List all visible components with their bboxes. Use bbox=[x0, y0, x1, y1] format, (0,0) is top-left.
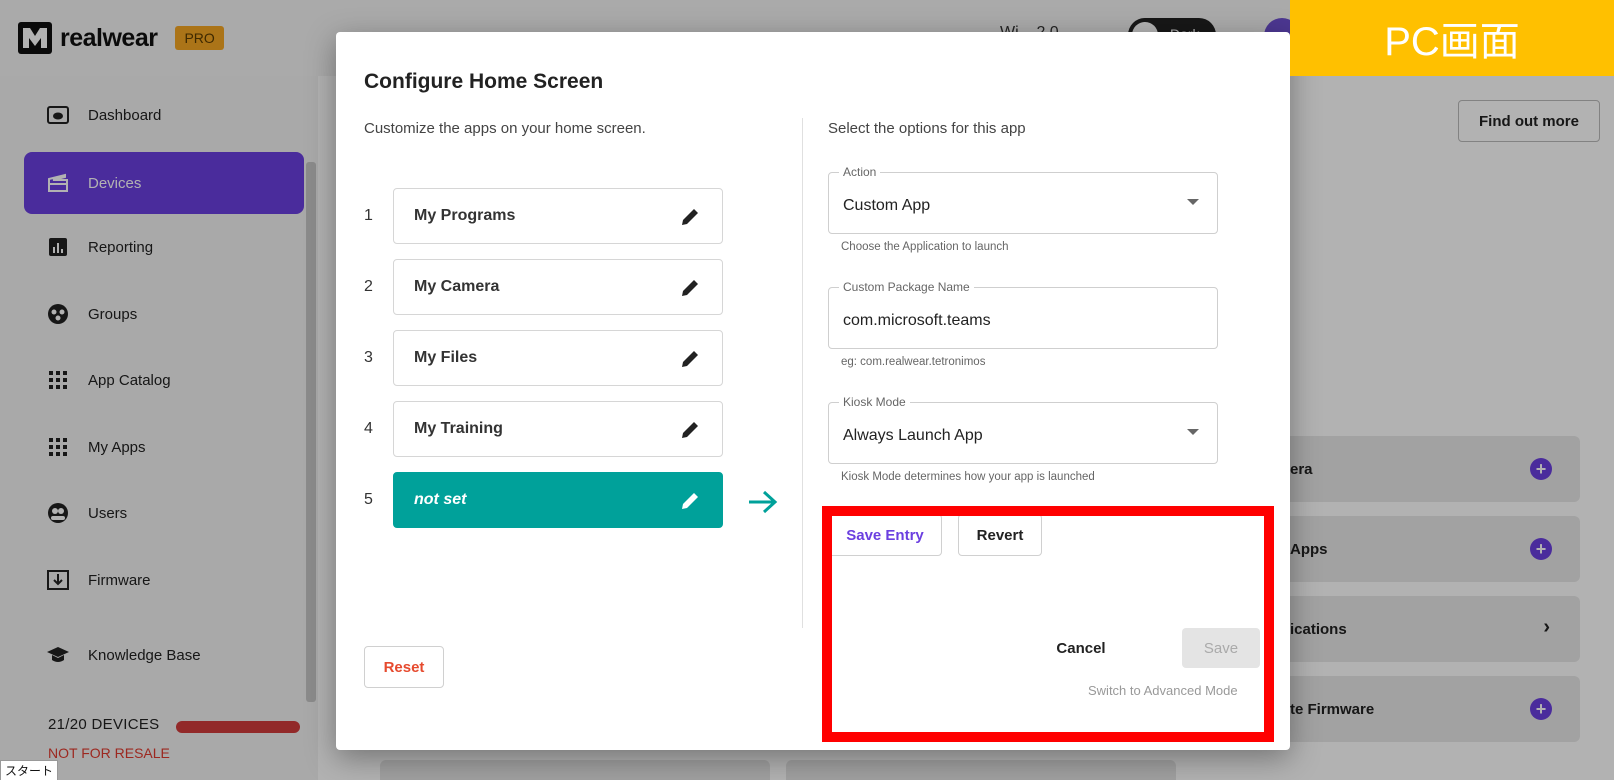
reset-button[interactable]: Reset bbox=[364, 646, 444, 688]
pencil-icon[interactable] bbox=[678, 347, 702, 371]
field-label: Kiosk Mode bbox=[839, 395, 910, 409]
field-label: Action bbox=[839, 165, 881, 179]
options-heading: Select the options for this app bbox=[828, 120, 1026, 137]
pencil-icon[interactable] bbox=[678, 418, 702, 442]
slot-number: 2 bbox=[364, 278, 373, 295]
field-value: Always Launch App bbox=[843, 427, 983, 444]
dialog-subtitle: Customize the apps on your home screen. bbox=[364, 120, 646, 137]
action-hint: Choose the Application to launch bbox=[841, 241, 1009, 253]
home-slot-2[interactable]: My Camera bbox=[393, 259, 723, 315]
taskbar-start[interactable]: スタート bbox=[0, 760, 59, 780]
field-value: com.microsoft.teams bbox=[843, 312, 991, 329]
slot-label: My Files bbox=[414, 349, 478, 366]
arrow-right-icon bbox=[749, 490, 778, 514]
slot-label: My Training bbox=[414, 420, 503, 437]
pencil-icon[interactable] bbox=[678, 276, 702, 300]
pc-screen-label: PC画面 bbox=[1290, 0, 1614, 76]
slot-number: 5 bbox=[364, 491, 373, 508]
package-hint: eg: com.realwear.tetronimos bbox=[841, 356, 986, 368]
dialog-title: Configure Home Screen bbox=[364, 70, 604, 93]
slot-number: 1 bbox=[364, 207, 373, 224]
pencil-icon[interactable] bbox=[678, 489, 702, 513]
slot-label: My Programs bbox=[414, 207, 516, 224]
field-label: Custom Package Name bbox=[839, 280, 974, 294]
dropdown-caret-icon bbox=[1187, 429, 1199, 435]
slot-label: not set bbox=[414, 491, 467, 508]
slot-label: My Camera bbox=[414, 278, 500, 295]
home-slot-4[interactable]: My Training bbox=[393, 401, 723, 457]
field-value: Custom App bbox=[843, 197, 931, 214]
home-slot-1[interactable]: My Programs bbox=[393, 188, 723, 244]
dropdown-caret-icon bbox=[1187, 199, 1199, 205]
slot-number: 4 bbox=[364, 420, 373, 437]
kiosk-hint: Kiosk Mode determines how your app is la… bbox=[841, 471, 1095, 483]
slot-number: 3 bbox=[364, 349, 373, 366]
kiosk-mode-select[interactable]: Kiosk Mode Always Launch App bbox=[828, 395, 1218, 464]
home-slot-5[interactable]: not set bbox=[393, 472, 723, 528]
home-slot-3[interactable]: My Files bbox=[393, 330, 723, 386]
action-select[interactable]: Action Custom App bbox=[828, 165, 1218, 234]
package-name-field[interactable]: Custom Package Name com.microsoft.teams bbox=[828, 280, 1218, 349]
divider bbox=[802, 118, 803, 628]
highlight-frame bbox=[822, 506, 1274, 742]
pencil-icon[interactable] bbox=[678, 205, 702, 229]
